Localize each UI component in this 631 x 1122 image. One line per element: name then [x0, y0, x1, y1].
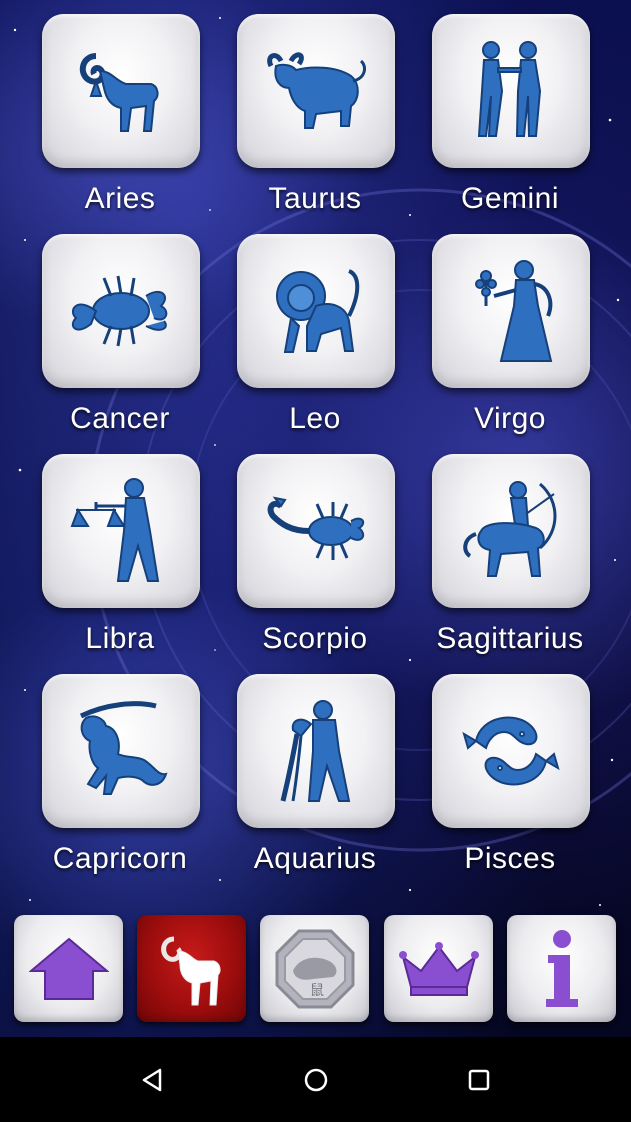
sign-cell-cancer[interactable]: Cancer — [0, 220, 200, 440]
rat-glyph: 鼠 — [310, 983, 324, 999]
back-icon[interactable] — [138, 1065, 168, 1095]
aquarius-water-bearer-icon — [280, 700, 351, 802]
sign-label: Gemini — [460, 182, 560, 215]
gemini-twins-icon — [477, 41, 542, 137]
toolbar-chinese-zodiac-button[interactable]: 鼠 — [260, 915, 369, 1022]
sign-cell-pisces[interactable]: Pisces — [390, 660, 590, 880]
home-circle-icon[interactable] — [301, 1065, 331, 1095]
toolbar-premium-button[interactable] — [384, 915, 493, 1022]
info-icon — [545, 929, 578, 1007]
taurus-bull-icon — [267, 52, 367, 129]
sagittarius-archer-icon — [463, 481, 557, 577]
sign-cell-gemini[interactable]: Gemini — [390, 0, 590, 220]
toolbar-zodiac-button[interactable] — [137, 915, 246, 1022]
sign-cell-scorpio[interactable]: Scorpio — [195, 440, 395, 660]
capricorn-goat-icon — [79, 701, 168, 795]
sign-tile-libra[interactable] — [42, 454, 200, 608]
zodiac-grid: Aries Taurus Gemini Cancer Leo Virgo Lib… — [0, 0, 631, 900]
recents-icon[interactable] — [464, 1065, 494, 1095]
sign-cell-taurus[interactable]: Taurus — [195, 0, 395, 220]
home-icon — [28, 937, 109, 1000]
sign-label: Pisces — [464, 842, 556, 875]
crown-icon — [398, 941, 479, 996]
sign-cell-virgo[interactable]: Virgo — [390, 220, 590, 440]
sign-tile-aries[interactable] — [42, 14, 200, 168]
pisces-fish-icon — [462, 716, 560, 786]
sign-label: Virgo — [474, 402, 546, 435]
sign-tile-cancer[interactable] — [42, 234, 200, 388]
sign-cell-capricorn[interactable]: Capricorn — [0, 660, 200, 880]
chinese-rat-icon: 鼠 — [275, 929, 354, 1008]
sign-cell-leo[interactable]: Leo — [195, 220, 395, 440]
cancer-crab-icon — [71, 275, 168, 347]
sign-tile-leo[interactable] — [237, 234, 395, 388]
scorpio-scorpion-icon — [267, 496, 365, 560]
sign-tile-capricorn[interactable] — [42, 674, 200, 828]
libra-scales-icon — [70, 478, 160, 582]
sign-cell-aries[interactable]: Aries — [0, 0, 200, 220]
toolbar-info-button[interactable] — [507, 915, 616, 1022]
toolbar-home-button[interactable] — [14, 915, 123, 1022]
sign-tile-virgo[interactable] — [432, 234, 590, 388]
sign-cell-sagittarius[interactable]: Sagittarius — [390, 440, 590, 660]
sign-tile-sagittarius[interactable] — [432, 454, 590, 608]
sign-tile-gemini[interactable] — [432, 14, 590, 168]
sign-tile-scorpio[interactable] — [237, 454, 395, 608]
android-nav-bar — [0, 1037, 631, 1122]
sign-tile-aquarius[interactable] — [237, 674, 395, 828]
sign-tile-taurus[interactable] — [237, 14, 395, 168]
aries-ram-icon — [160, 936, 221, 1005]
bottom-toolbar: 鼠 — [0, 905, 631, 1037]
sign-label: Sagittarius — [436, 622, 584, 655]
sign-cell-aquarius[interactable]: Aquarius — [195, 660, 395, 880]
leo-lion-icon — [276, 269, 360, 353]
sign-tile-pisces[interactable] — [432, 674, 590, 828]
aries-ram-icon — [79, 53, 159, 132]
virgo-maiden-icon — [475, 260, 553, 362]
sign-cell-libra[interactable]: Libra — [0, 440, 200, 660]
